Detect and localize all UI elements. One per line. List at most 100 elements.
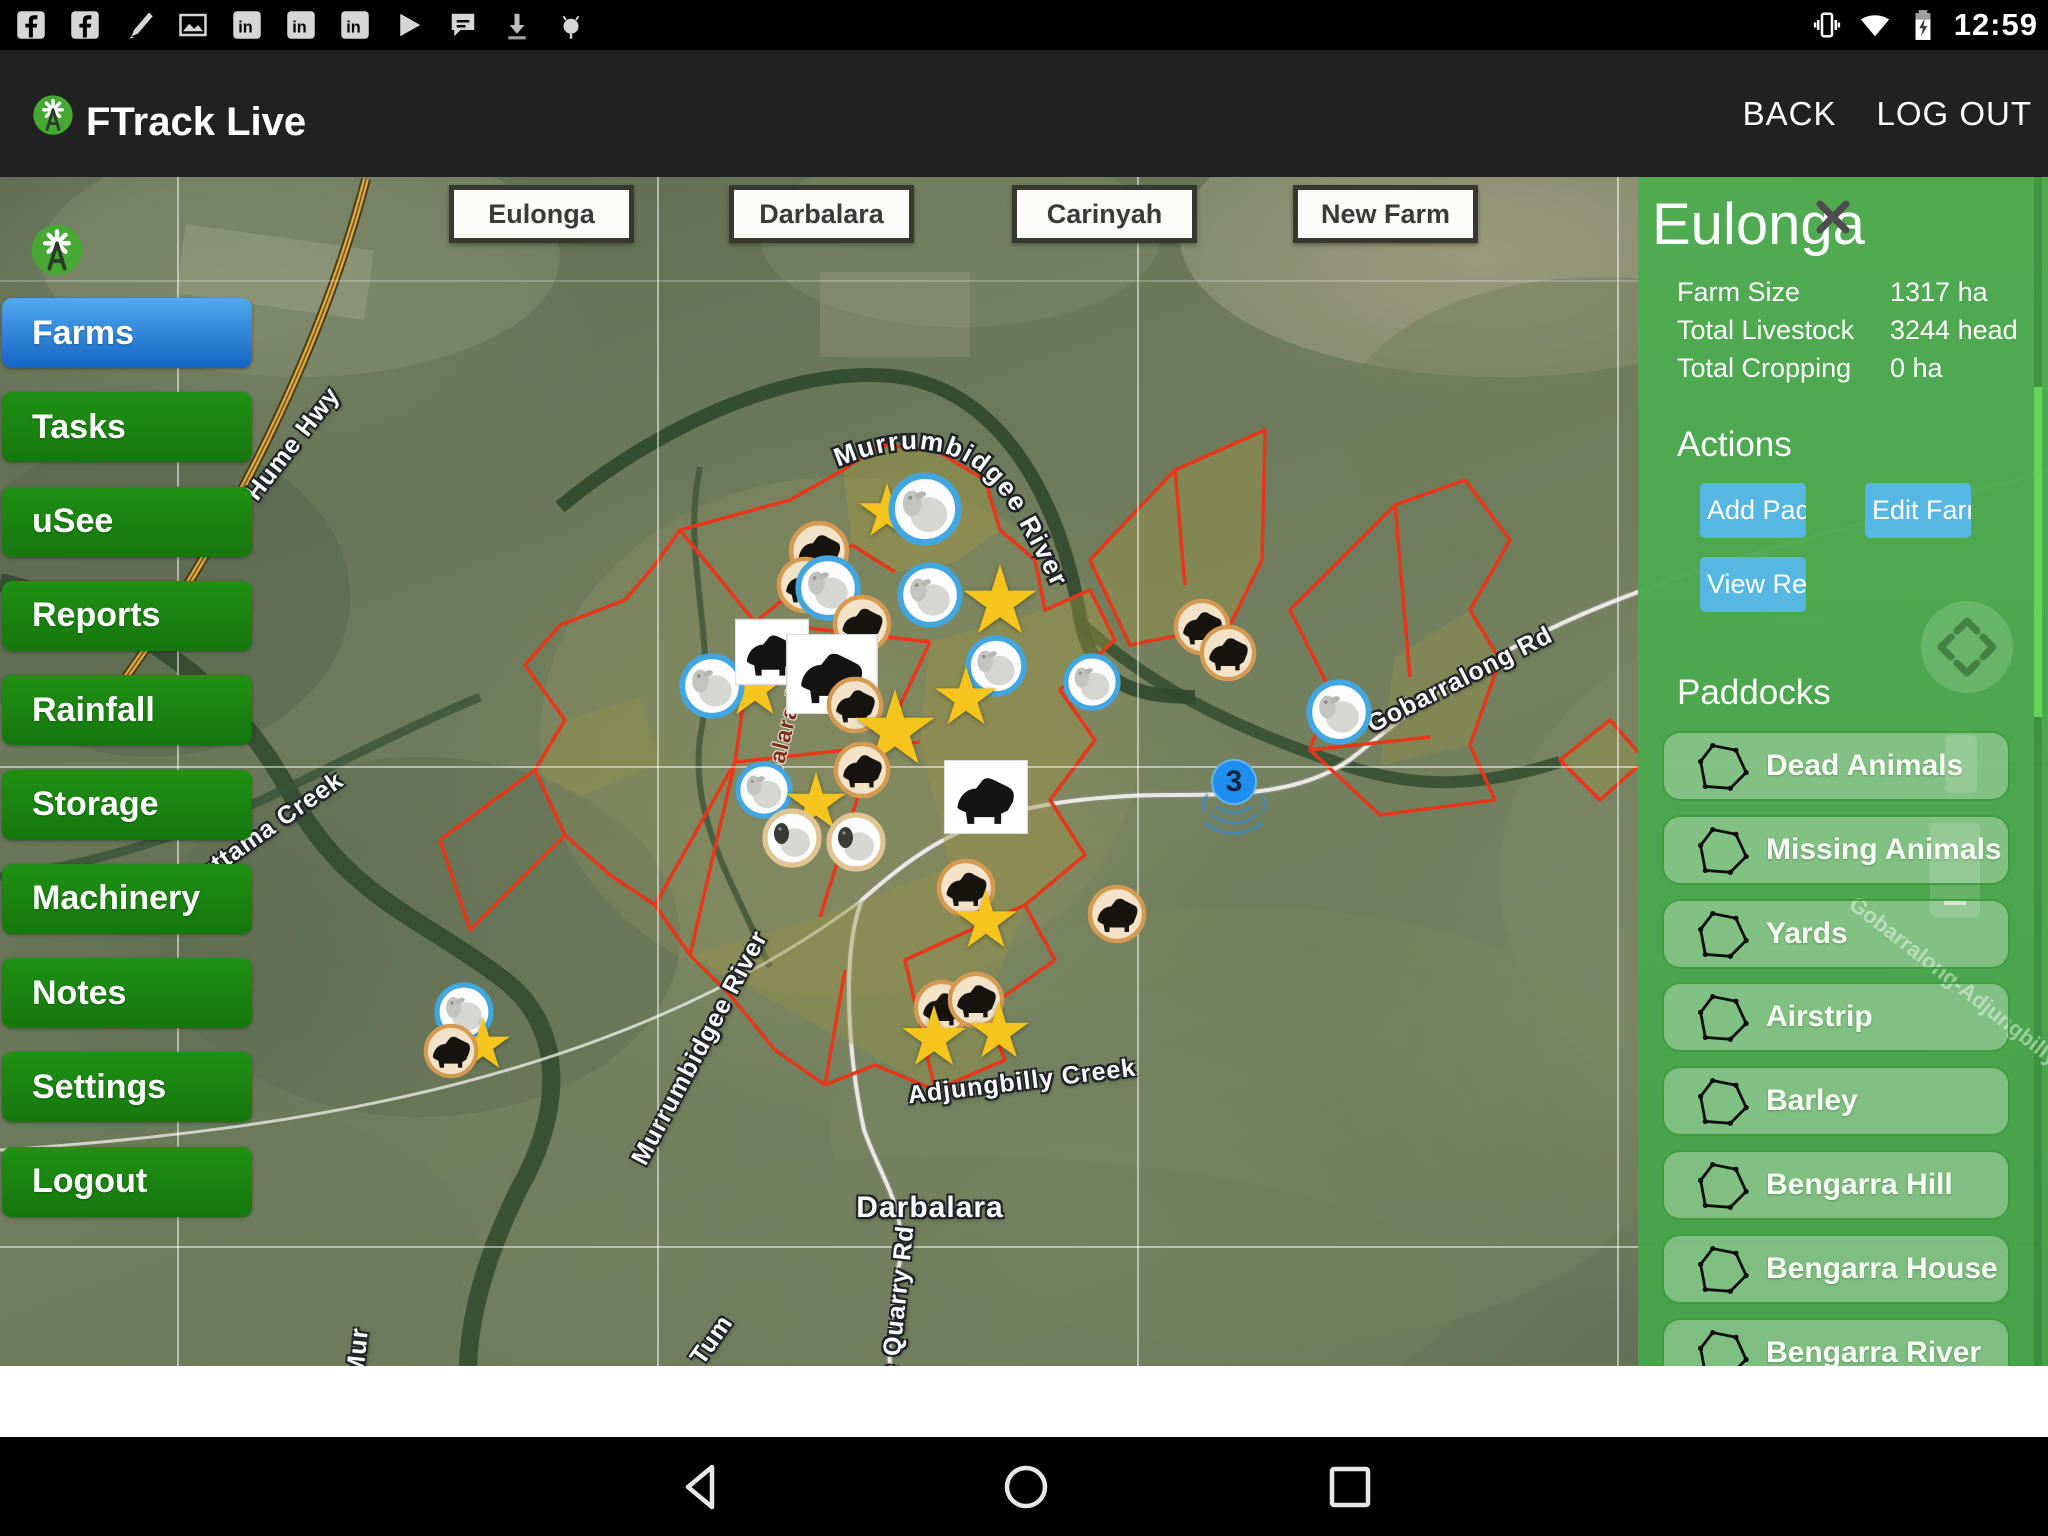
farm-map-button-new-farm[interactable]: New Farm (1293, 185, 1478, 243)
paddock-name: Airstrip (1766, 1000, 1873, 1034)
paddock-shape-icon (1694, 1327, 1750, 1366)
grid-line (1137, 177, 1139, 1366)
sidebar-item-label: Settings (2, 1068, 166, 1107)
logout-button[interactable]: LOG OUT (1876, 95, 2032, 133)
grid-line (1617, 177, 1619, 1366)
app-title: FTrack Live (86, 100, 306, 145)
star-marker[interactable] (968, 1001, 1030, 1063)
sidebar-item-label: uSee (2, 502, 113, 541)
sheep-marker[interactable] (1306, 679, 1372, 745)
paddock-shape-icon (1694, 1243, 1750, 1295)
sheep-marker[interactable] (888, 472, 962, 546)
sidebar-item-reports[interactable]: Reports (2, 581, 252, 651)
chat-icon (446, 8, 480, 42)
stat-value: 3244 head (1890, 311, 2018, 349)
sidebar-item-rainfall[interactable]: Rainfall (2, 675, 252, 745)
grid-line (657, 177, 659, 1366)
star-marker[interactable] (954, 889, 1018, 953)
sheep-marker[interactable] (826, 812, 886, 872)
paddock-name: Bengarra House (1766, 1252, 1998, 1286)
map-label-darbalara: Darbalara (856, 1191, 1003, 1225)
sidebar-item-storage[interactable]: Storage (2, 770, 252, 840)
close-icon[interactable] (1813, 197, 1853, 237)
ftrack-map-logo-icon (30, 223, 84, 277)
sidebar-item-usee[interactable]: uSee (2, 487, 252, 557)
paddock-list-item-bengarra-house[interactable]: Bengarra House (1662, 1234, 2010, 1304)
paddock-shape-icon (1694, 824, 1750, 876)
stat-label: Total Livestock (1677, 311, 1890, 349)
paddock-name: Bengarra Hill (1766, 1168, 1953, 1202)
add-paddock-button[interactable]: Add Paddock (1700, 483, 1806, 538)
star-marker[interactable] (901, 1005, 967, 1071)
sheep-marker[interactable] (1063, 653, 1121, 711)
clock: 12:59 (1954, 7, 2038, 43)
paddock-name: Missing Animals (1766, 833, 2002, 867)
system-status-icons (1810, 8, 1940, 42)
farm-map-button-darbalara[interactable]: Darbalara (729, 185, 914, 243)
download-icon (500, 8, 534, 42)
cattle-marker[interactable] (1087, 884, 1147, 944)
svg-text:in: in (292, 19, 306, 37)
back-button[interactable]: BACK (1743, 95, 1837, 133)
map-pan-control[interactable] (1919, 599, 2015, 695)
nav-back-button[interactable] (676, 1461, 728, 1513)
stat-label: Farm Size (1677, 273, 1890, 311)
paddock-shape-icon (1694, 740, 1750, 792)
farm-detail-panel: Gobarralong-Adjungbilly Rd Eulonga Farm … (1638, 177, 2048, 1366)
linkedin-icon: in (338, 8, 372, 42)
paddock-shape-icon (1694, 908, 1750, 960)
nav-home-button[interactable] (1000, 1461, 1052, 1513)
sidebar-item-machinery[interactable]: Machinery (2, 864, 252, 934)
star-marker[interactable] (962, 564, 1038, 640)
sheep-marker[interactable] (897, 562, 963, 628)
sidebar-item-tasks[interactable]: Tasks (2, 392, 252, 462)
svg-text:in: in (238, 19, 252, 37)
facebook-icon (68, 8, 102, 42)
paddock-list-item-barley[interactable]: Barley (1662, 1066, 2010, 1136)
vibrate-icon (1810, 8, 1844, 42)
sidebar-item-label: Rainfall (2, 691, 155, 730)
farm-map-button-eulonga[interactable]: Eulonga (449, 185, 634, 243)
gallery-icon (176, 8, 210, 42)
sidebar-item-label: Machinery (2, 879, 200, 918)
map-label-mur: Mur (341, 1326, 375, 1366)
paddock-list-item-airstrip[interactable]: Airstrip (1662, 982, 2010, 1052)
paddock-list-item-bengarra-river[interactable]: Bengarra River (1662, 1318, 2010, 1366)
sheep-marker[interactable] (762, 808, 822, 868)
sidebar-item-logout[interactable]: Logout (2, 1147, 252, 1217)
sidebar-item-label: Notes (2, 974, 126, 1013)
sidebar-item-label: Storage (2, 785, 159, 824)
sidebar-item-notes[interactable]: Notes (2, 958, 252, 1028)
paddock-list-item-missing-animals[interactable]: Missing Animals (1662, 815, 2010, 885)
paddock-name: Bengarra River (1766, 1336, 1981, 1366)
ftrack-logo-icon (32, 94, 74, 136)
sidebar-item-label: Farms (2, 314, 134, 353)
wifi-icon (1858, 8, 1892, 42)
paddock-shape-icon (1694, 1159, 1750, 1211)
cattle-marker[interactable] (423, 1023, 479, 1079)
star-marker[interactable] (934, 666, 998, 730)
paddock-name: Yards (1766, 917, 1848, 951)
sidebar-item-label: Reports (2, 596, 160, 635)
content-bottom-gap (0, 1366, 2048, 1437)
paddock-list-item-bengarra-hill[interactable]: Bengarra Hill (1662, 1150, 2010, 1220)
cow-photo-marker[interactable] (944, 760, 1028, 834)
edit-farm-button[interactable]: Edit Farm (1865, 483, 1971, 538)
cluster-count: 3 (1191, 765, 1277, 799)
sidebar-item-label: Tasks (2, 408, 126, 447)
cattle-marker[interactable] (1199, 624, 1257, 682)
nav-recents-button[interactable] (1324, 1461, 1376, 1513)
sidebar-item-farms[interactable]: Farms (2, 298, 252, 368)
paddock-list-item-yards[interactable]: Yards (1662, 899, 2010, 969)
paddock-list-item-dead-animals[interactable]: Dead Animals (1662, 731, 2010, 801)
app-bar: FTrack Live BACK LOG OUT (0, 50, 2048, 177)
paddock-name: Dead Animals (1766, 749, 1963, 783)
play-icon (392, 8, 426, 42)
stat-value: 0 ha (1890, 349, 1943, 387)
panel-scrollbar-thumb[interactable] (2034, 387, 2042, 717)
farm-map-button-carinyah[interactable]: Carinyah (1012, 185, 1197, 243)
sidebar-item-settings[interactable]: Settings (2, 1052, 252, 1122)
view-report-button[interactable]: View Report (1700, 557, 1806, 612)
paddock-name: Barley (1766, 1084, 1858, 1118)
livestock-cluster-marker[interactable]: 3 (1191, 751, 1277, 847)
